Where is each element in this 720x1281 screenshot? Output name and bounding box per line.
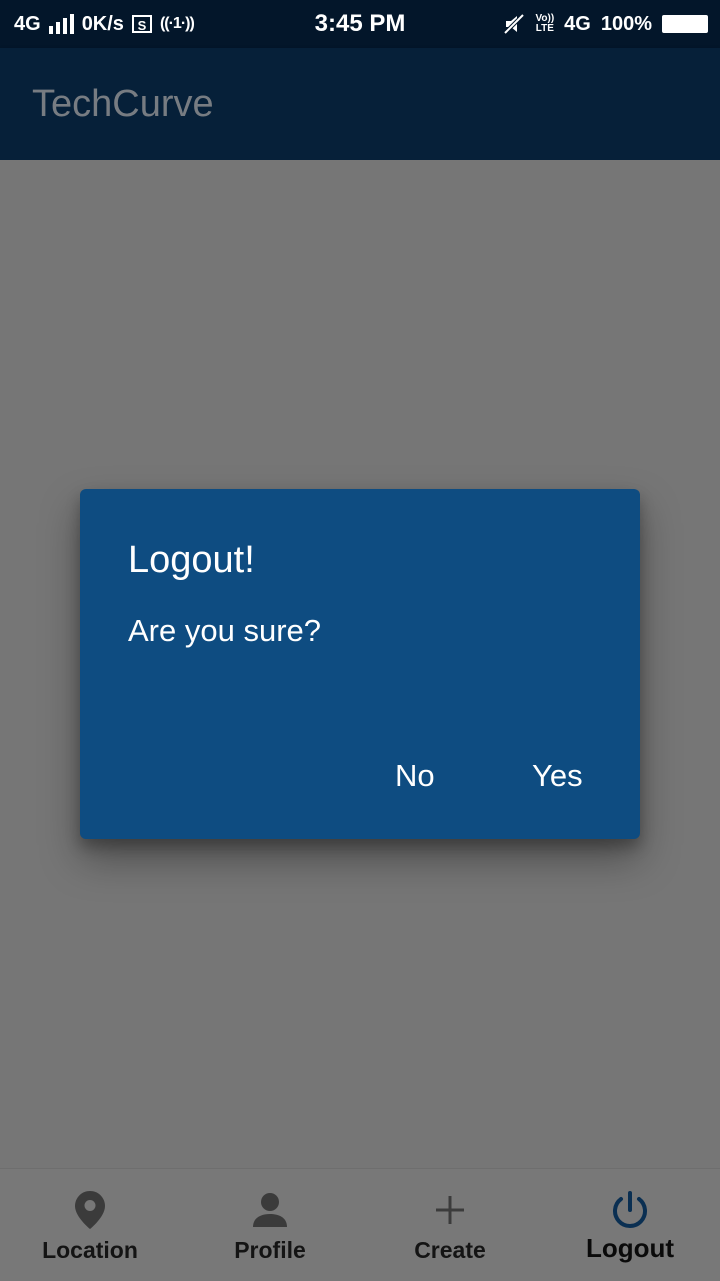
dialog-title: Logout! bbox=[128, 539, 255, 581]
nav-label-logout: Logout bbox=[585, 1233, 675, 1263]
bottom-nav: Location Profile Create Logout bbox=[0, 1168, 720, 1281]
power-icon bbox=[540, 1189, 720, 1231]
nav-label-create: Create bbox=[414, 1237, 486, 1263]
volte-icon: Vo)) LTE bbox=[535, 14, 554, 34]
nav-item-create[interactable]: Create bbox=[360, 1169, 540, 1281]
nav-item-logout[interactable]: Logout bbox=[540, 1169, 720, 1281]
person-icon bbox=[180, 1189, 360, 1231]
volte-bottom: LTE bbox=[535, 23, 554, 34]
nav-item-location[interactable]: Location bbox=[0, 1169, 180, 1281]
nav-item-profile[interactable]: Profile bbox=[180, 1169, 360, 1281]
app-title: TechCurve bbox=[32, 82, 214, 125]
battery-icon bbox=[662, 15, 708, 33]
status-right: Vo)) LTE 4G 100% bbox=[503, 0, 708, 48]
plus-icon bbox=[360, 1189, 540, 1231]
app-bar: TechCurve bbox=[0, 48, 720, 160]
status-bar: 4G 0K/s S ((·1·)) 3:45 PM Vo)) LTE 4G 10… bbox=[0, 0, 720, 48]
location-pin-icon bbox=[0, 1189, 180, 1231]
yes-button[interactable]: Yes bbox=[522, 751, 593, 801]
battery-level: 100% bbox=[600, 12, 652, 35]
dialog-message: Are you sure? bbox=[128, 613, 321, 648]
no-button[interactable]: No bbox=[385, 751, 445, 801]
network-type-right: 4G bbox=[564, 12, 591, 35]
mute-icon bbox=[503, 13, 525, 35]
logout-dialog: Logout! Are you sure? No Yes bbox=[80, 489, 640, 839]
nav-label-location: Location bbox=[42, 1237, 138, 1263]
nav-label-profile: Profile bbox=[234, 1237, 306, 1263]
